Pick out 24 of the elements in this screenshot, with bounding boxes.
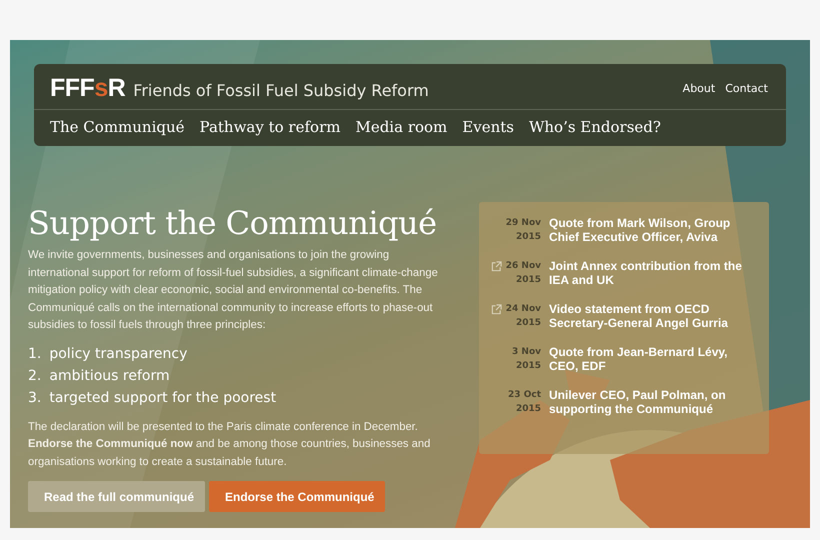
intro-paragraph: We invite governments, businesses and organisations to join the growing international support for reform of fossil-fuel subsidies, a significant climate-change mitigation policy with clear economic, social and environmental co-benefits. The Communiqué calls on the international community to increase efforts to phase-out subsidies to fossil fuels through three principles: (28, 248, 439, 333)
closing-paragraph: The declaration will be presented to the Paris climate conference in December. Endorse the Communiqué now and be among those countries, businesses and organisations working to create a sustainable future. (28, 420, 432, 470)
endorse-button[interactable]: Endorse the Communiqué (209, 481, 385, 512)
site-logo[interactable]: FFFsR (50, 74, 126, 103)
nav-link[interactable]: Pathway to reform (200, 118, 340, 136)
list-number: 2. (28, 366, 42, 386)
nav-link[interactable]: Media room (355, 118, 448, 136)
principle-text: ambitious reform (49, 366, 170, 386)
page-heading: Support the Communiqué (28, 204, 438, 242)
list-number: 1. (28, 344, 42, 364)
nav-link[interactable]: Events (462, 118, 514, 136)
site-name: Friends of Fossil Fuel Subsidy Reform (133, 81, 429, 100)
list-number: 3. (28, 388, 42, 408)
news-date: 24 Nov 2015 (506, 303, 541, 330)
utility-link[interactable]: Contact (725, 82, 768, 95)
principle-text: targeted support for the poorest (49, 388, 276, 408)
principle-text: policy transparency (49, 344, 188, 364)
nav-link[interactable]: The Communiqué (50, 118, 185, 136)
news-date: 29 Nov 2015 (506, 217, 541, 244)
nav-link[interactable]: Who’s Endorsed? (528, 118, 661, 136)
utility-link[interactable]: About (682, 82, 716, 95)
news-date: 23 Oct 2015 (508, 389, 541, 416)
news-date: 3 Nov 2015 (512, 346, 541, 373)
news-date: 26 Nov 2015 (506, 260, 541, 287)
